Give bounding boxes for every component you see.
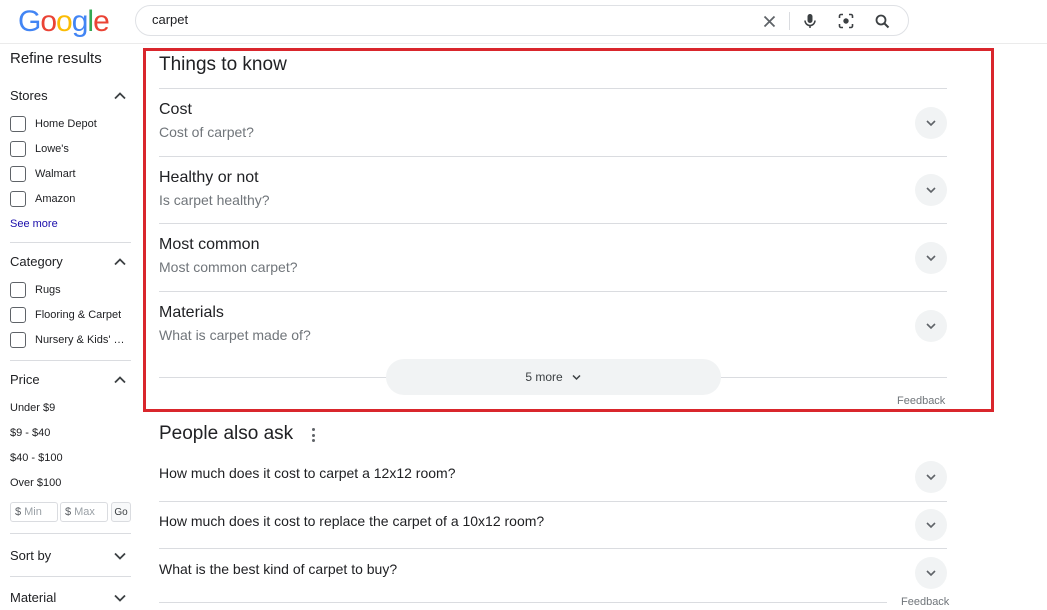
min-placeholder: Min [24,506,42,518]
filter-rugs[interactable]: Rugs [10,281,61,299]
chevron-down-icon [926,255,936,262]
ttk-item-title: Materials [159,304,224,321]
material-header[interactable]: Material [10,590,56,605]
paa-question[interactable]: How much does it cost to replace the car… [159,501,947,548]
chevron-down-icon [926,187,936,194]
ttk-item-subtitle: Most common carpet? [159,259,298,275]
checkbox[interactable] [10,191,26,207]
search-box [135,5,909,36]
expand-button[interactable] [915,461,947,493]
filter-label: Nursery & Kids' R... [35,334,125,346]
filter-label: Rugs [35,284,61,296]
paa-question-text: How much does it cost to carpet a 12x12 … [159,465,456,481]
price-40-100[interactable]: $40 - $100 [10,452,63,464]
sort-by-header[interactable]: Sort by [10,548,51,563]
price-under-9[interactable]: Under $9 [10,402,55,414]
chevron-down-icon[interactable] [113,549,127,563]
paa-question[interactable]: How much does it cost to carpet a 12x12 … [159,453,947,500]
currency-symbol: $ [15,506,22,518]
stores-header[interactable]: Stores [10,88,48,103]
ttk-item-cost[interactable]: Cost Cost of carpet? [159,88,947,155]
chevron-down-icon [926,323,936,330]
currency-symbol: $ [65,506,72,518]
feedback-link[interactable]: Feedback [901,596,949,608]
checkbox[interactable] [10,141,26,157]
expand-button[interactable] [915,557,947,589]
chevron-up-icon[interactable] [113,255,127,269]
ttk-item-healthy[interactable]: Healthy or not Is carpet healthy? [159,156,947,223]
filter-label: Home Depot [35,118,97,130]
filter-label: Flooring & Carpet [35,309,122,321]
chevron-down-icon [926,120,936,127]
divider [159,602,887,603]
google-logo[interactable]: Google [18,5,110,39]
filter-label: Walmart [35,168,76,180]
price-header[interactable]: Price [10,372,40,387]
checkbox[interactable] [10,307,26,323]
expand-button[interactable] [915,509,947,541]
chevron-down-icon [926,522,936,529]
ttk-item-most-common[interactable]: Most common Most common carpet? [159,223,947,290]
price-9-40[interactable]: $9 - $40 [10,427,50,439]
clear-icon[interactable] [760,12,778,30]
divider [10,360,131,361]
filter-flooring-carpet[interactable]: Flooring & Carpet [10,306,121,324]
chevron-up-icon[interactable] [113,373,127,387]
ttk-item-title: Most common [159,236,260,253]
ttk-item-subtitle: Cost of carpet? [159,124,254,140]
max-placeholder: Max [74,506,95,518]
divider [10,242,131,243]
chevron-down-icon [572,374,581,380]
ttk-item-subtitle: Is carpet healthy? [159,192,270,208]
more-options-icon[interactable] [308,427,318,443]
price-max-field[interactable]: $ Max [60,502,108,522]
checkbox[interactable] [10,166,26,182]
lens-icon[interactable] [837,12,855,30]
ttk-item-title: Cost [159,101,192,118]
divider [10,533,131,534]
price-min-field[interactable]: $ Min [10,502,58,522]
ttk-item-title: Healthy or not [159,169,259,186]
expand-button[interactable] [915,242,947,274]
people-also-ask-title: People also ask [159,423,294,444]
checkbox[interactable] [10,282,26,298]
search-divider [789,12,790,30]
search-icon[interactable] [873,12,891,30]
paa-question-text: How much does it cost to replace the car… [159,513,545,529]
expand-button[interactable] [915,174,947,206]
filter-label: Lowe's [35,143,69,155]
expand-button[interactable] [915,107,947,139]
show-more-button[interactable]: 5 more [386,359,721,395]
paa-question[interactable]: What is the best kind of carpet to buy? [159,549,947,596]
price-over-100[interactable]: Over $100 [10,477,61,489]
search-input[interactable] [152,12,732,27]
feedback-link[interactable]: Feedback [897,395,945,407]
filter-lowes[interactable]: Lowe's [10,140,69,158]
expand-button[interactable] [915,310,947,342]
things-to-know-title: Things to know [159,54,287,75]
filter-amazon[interactable]: Amazon [10,190,75,208]
chevron-up-icon[interactable] [113,89,127,103]
ttk-item-subtitle: What is carpet made of? [159,327,311,343]
price-go-button[interactable]: Go [111,502,131,522]
divider [10,576,131,577]
filter-nursery-kids[interactable]: Nursery & Kids' R... [10,331,125,349]
refine-title: Refine results [10,50,102,67]
checkbox[interactable] [10,332,26,348]
chevron-down-icon [926,570,936,577]
checkbox[interactable] [10,116,26,132]
filter-label: Amazon [35,193,76,205]
see-more-link[interactable]: See more [10,218,58,230]
mic-icon[interactable] [801,12,819,30]
top-bar: Google [0,0,1047,44]
chevron-down-icon[interactable] [113,591,127,605]
chevron-down-icon [926,474,936,481]
category-header[interactable]: Category [10,254,63,269]
paa-question-text: What is the best kind of carpet to buy? [159,561,398,577]
filter-home-depot[interactable]: Home Depot [10,115,97,133]
ttk-item-materials[interactable]: Materials What is carpet made of? [159,291,947,358]
refine-sidebar: Refine results Stores Home Depot Lowe's … [0,44,140,610]
filter-walmart[interactable]: Walmart [10,165,76,183]
show-more-label: 5 more [525,370,563,384]
